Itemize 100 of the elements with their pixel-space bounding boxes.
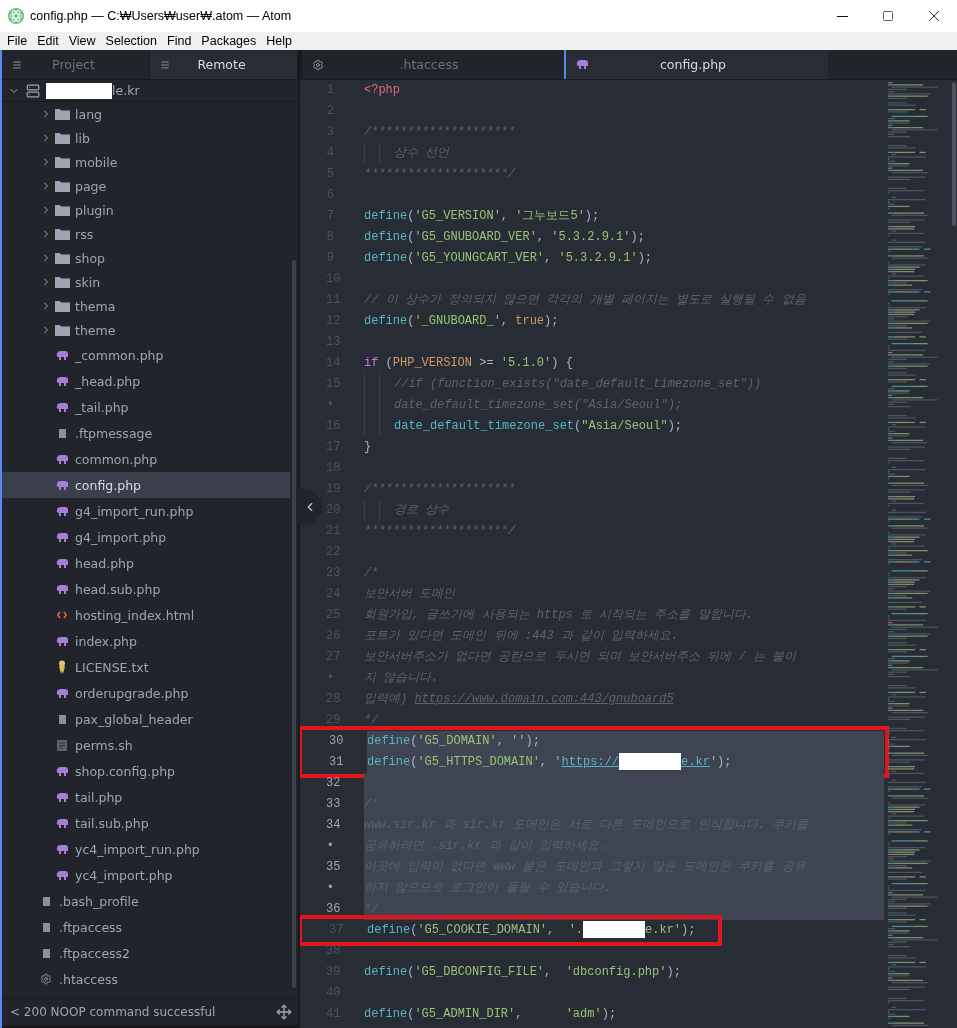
file-icon [58,714,66,724]
tree-item[interactable]: yc4_import_run.php [2,836,290,862]
tree-item[interactable]: _tail.php [2,394,290,420]
file-name: g4_import_run.php [75,503,194,519]
line-number: 34 [326,817,342,834]
file-name: orderupgrade.php [75,685,189,701]
tree-item[interactable]: plugin [2,198,290,222]
folder-icon [54,204,70,216]
root-folder-item[interactable]: le.kr [2,80,298,102]
tree-item[interactable]: page [2,174,290,198]
folder-name: lib [75,130,90,146]
file-name: g4_import.php [75,529,167,545]
folder-icon [54,324,70,336]
code-line: ********************/ [364,166,517,183]
code-line: /******************** [364,481,517,498]
tree-item[interactable]: .htaccess [2,966,290,992]
file-name: index.php [75,633,137,649]
folder-icon [54,132,70,144]
code-line: define('G5_ADMIN_DIR', 'adm'); [364,1006,618,1023]
code-line: */ [364,712,380,729]
folder-icon [54,180,70,192]
menu-item[interactable]: View [63,34,101,48]
tree-item[interactable]: head.sub.php [2,576,290,602]
tree-item[interactable]: g4_import.php [2,524,290,550]
tree-item[interactable]: tail.php [2,784,290,810]
line-number: • [326,397,335,414]
sidebar-tab[interactable]: Remote [150,50,298,79]
folder-icon [54,156,70,168]
tree-item[interactable]: hosting_index.html [2,602,290,628]
tree-item[interactable]: shop [2,246,290,270]
tree-item[interactable]: skin [2,270,290,294]
menu-item[interactable]: Help [261,34,297,48]
elephant-icon [56,818,68,828]
code-line: 지 않습니다. [364,670,440,687]
file-name: .ftpmessage [75,425,153,441]
tree-item[interactable]: yc4_import.php [2,862,290,888]
document-icon [57,739,67,751]
menu-item[interactable]: Edit [32,34,64,48]
elephant-icon [56,376,68,386]
elephant-icon [56,636,68,646]
line-number: 31 [329,754,345,771]
tree-item[interactable]: .ftpaccess2 [2,940,290,966]
menu-icon [12,59,22,70]
tree-item[interactable]: lang [2,102,290,126]
file-icon [42,948,50,958]
menu-icon [160,59,170,70]
file-icon [42,922,50,932]
arrows-icon[interactable] [276,1004,292,1020]
tree-item[interactable]: lib [2,126,290,150]
menu-item[interactable]: Packages [196,34,262,48]
file-name: .ftpaccess [59,919,123,935]
tree-item[interactable]: tail.sub.php [2,810,290,836]
folder-name: plugin [75,202,114,218]
tree-item[interactable]: shop.config.php [2,758,290,784]
scrollbar-thumb[interactable] [952,82,956,226]
file-name: LICENSE.txt [75,659,149,675]
tree-item[interactable]: rss [2,222,290,246]
code-line: define('G5_COOKIE_DOMAIN', '. e.kr'); [367,920,696,941]
folder-icon [54,276,70,288]
tree-item[interactable]: orderupgrade.php [2,680,290,706]
tree-item[interactable]: theme [2,318,290,342]
line-number: • [326,838,335,855]
tree-item[interactable]: .ftpaccess [2,914,290,940]
tree-item[interactable]: pax_global_header [2,706,290,732]
folder-icon [54,228,70,240]
ribbon-icon [58,660,66,674]
line-number: 35 [326,859,342,876]
tree-item[interactable]: index.php [2,628,290,654]
file-name: _tail.php [75,399,129,415]
folder-name: thema [75,298,116,314]
tree-item[interactable]: perms.sh [2,732,290,758]
editor-tab[interactable]: config.php [564,50,828,79]
folder-name: le.kr [112,83,140,98]
tree-item[interactable]: _common.php [2,342,290,368]
line-number: 30 [329,733,345,750]
maximize-icon [882,10,894,22]
folder-name: mobile [75,154,118,170]
tree-item[interactable]: common.php [2,446,290,472]
file-name: yc4_import.php [75,867,173,883]
code-line: <?php [364,82,401,99]
code-line: 상수 선언 [364,143,884,164]
menu-item[interactable]: Selection [100,34,162,48]
tree-item[interactable]: _head.php [2,368,290,394]
code-line: define('G5_DBCONFIG_FILE', 'dbconfig.php'); [364,964,682,981]
elephant-icon [56,870,68,880]
tree-item[interactable]: g4_import_run.php [2,498,290,524]
scrollbar-thumb[interactable] [292,260,296,988]
tree-item[interactable]: head.php [2,550,290,576]
code-line: define('G5_VERSION', '그누보드5'); [364,208,601,225]
menu-item[interactable]: File [2,34,33,48]
tree-item[interactable]: .bash_profile [2,888,290,914]
file-name: _common.php [75,347,164,363]
file-name: _head.php [75,373,141,389]
tree-item[interactable]: thema [2,294,290,318]
tree-item[interactable]: .ftpmessage [2,420,290,446]
tree-item[interactable]: config.php [2,472,290,498]
tree-item[interactable]: LICENSE.txt [2,654,290,680]
file-name: shop.config.php [75,763,175,779]
menu-item[interactable]: Find [162,34,197,48]
tree-item[interactable]: mobile [2,150,290,174]
